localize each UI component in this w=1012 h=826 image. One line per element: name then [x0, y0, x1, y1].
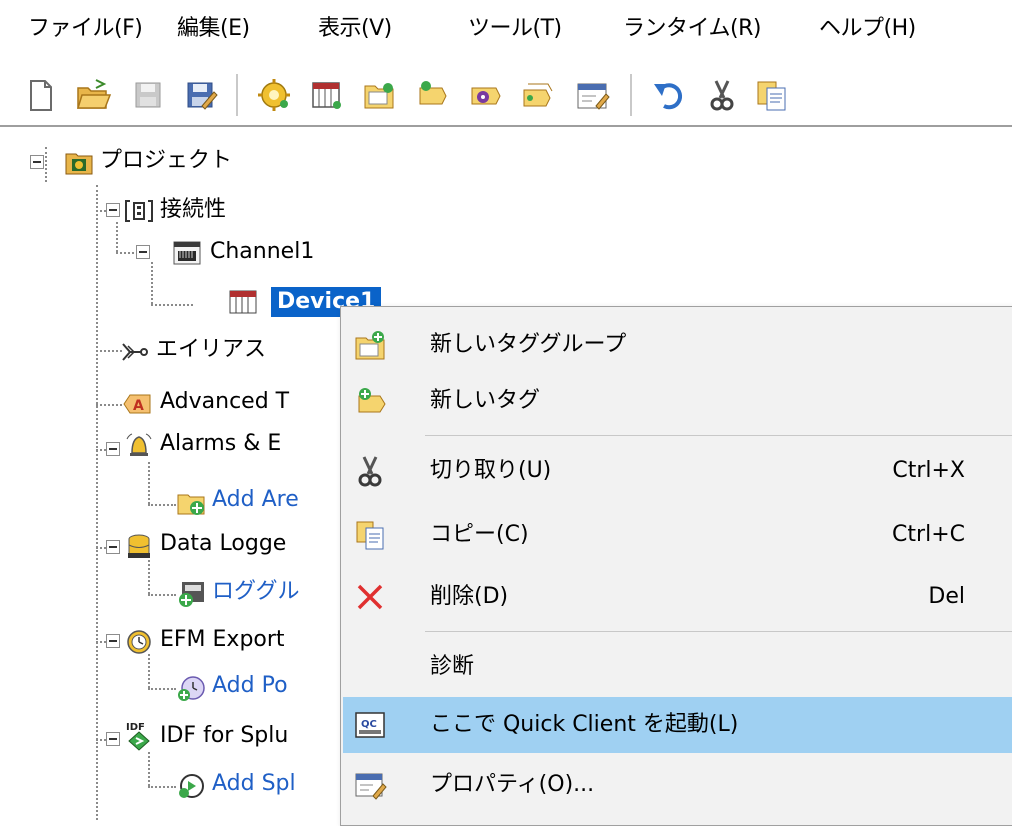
diagnostics-label: 診断	[430, 654, 475, 679]
tree-alarms-label[interactable]: Alarms & E	[160, 429, 281, 459]
tree-idf-label[interactable]: IDF for Splu	[160, 721, 288, 751]
new-tag-group-label: 新しいタググループ	[430, 332, 627, 357]
new-tag-label: 新しいタグ	[430, 388, 541, 413]
menu-file[interactable]: ファイル(F)	[28, 14, 143, 44]
tree-add-splunk-label[interactable]: Add Spl	[212, 769, 296, 799]
new-tag-icon[interactable]	[412, 76, 452, 114]
new-channel-icon[interactable]	[254, 76, 294, 114]
menu-tools[interactable]: ツール(T)	[468, 14, 562, 44]
advanced-tags-icon: A	[122, 389, 152, 419]
delete-label: 削除(D)	[430, 584, 509, 609]
cut-label: 切り取り(U)	[430, 458, 552, 483]
context-menu: 新しいタググループ 新しいタグ 切り取り(U) Ctrl+X コピー(C) Ct…	[340, 306, 1012, 826]
tree-channel-label[interactable]: Channel1	[210, 237, 314, 267]
alarms-icon	[124, 431, 154, 461]
connectivity-icon	[124, 196, 154, 226]
open-folder-icon[interactable]	[74, 76, 114, 114]
undo-icon[interactable]	[650, 76, 690, 114]
tree-add-poll-label[interactable]: Add Po	[212, 671, 288, 701]
efm-exporter-icon	[124, 627, 154, 657]
svg-text:QC: QC	[361, 719, 377, 730]
log-group-icon	[176, 579, 206, 609]
menu-item-new-tag-group[interactable]: 新しいタググループ	[343, 317, 1012, 373]
alias-icon	[120, 337, 150, 367]
menu-item-new-tag[interactable]: 新しいタグ	[343, 373, 1012, 429]
tree-log-group-label[interactable]: ロググル	[212, 577, 300, 607]
tree-efm-label[interactable]: EFM Export	[160, 625, 285, 655]
menu-help[interactable]: ヘルプ(H)	[819, 14, 916, 44]
tag-generation-icon[interactable]	[466, 76, 506, 114]
svg-text:IDF: IDF	[126, 722, 145, 733]
copy-icon	[353, 518, 387, 552]
save-icon[interactable]	[128, 76, 168, 114]
project-expander[interactable]	[30, 155, 44, 169]
tree-aliases-label[interactable]: エイリアス	[156, 335, 266, 365]
tree-project-label[interactable]: プロジェクト	[100, 146, 232, 176]
menu-runtime[interactable]: ランタイム(R)	[623, 14, 762, 44]
channel-expander[interactable]	[136, 245, 150, 259]
properties-toolbar-icon[interactable]	[572, 76, 612, 114]
menu-item-copy[interactable]: コピー(C) Ctrl+C	[343, 507, 1012, 563]
data-logger-icon	[124, 531, 154, 561]
save-as-icon[interactable]	[180, 76, 220, 114]
menu-item-quick-client[interactable]: QC ここで Quick Client を起動(L)	[343, 697, 1012, 753]
properties-icon	[353, 768, 387, 802]
cut-shortcut: Ctrl+X	[892, 458, 965, 483]
alarms-expander[interactable]	[106, 442, 120, 456]
channel-icon	[172, 238, 202, 268]
tag-duplicate-icon[interactable]	[518, 76, 558, 114]
idf-expander[interactable]	[106, 732, 120, 746]
cut-toolbar-icon[interactable]	[702, 76, 742, 114]
connectivity-expander[interactable]	[106, 203, 120, 217]
menu-edit[interactable]: 編集(E)	[177, 14, 250, 44]
device-icon	[228, 287, 258, 317]
new-tag-group-icon[interactable]	[360, 76, 400, 114]
menu-bar: ファイル(F) 編集(E) 表示(V) ツール(T) ランタイム(R) ヘルプ(…	[0, 0, 1012, 62]
copy-toolbar-icon[interactable]	[752, 76, 792, 114]
menu-view[interactable]: 表示(V)	[318, 14, 392, 44]
tree-advanced-label[interactable]: Advanced T	[160, 387, 289, 417]
menu-item-delete[interactable]: 削除(D) Del	[343, 569, 1012, 625]
quick-client-icon: QC	[353, 708, 387, 742]
menu-item-properties[interactable]: プロパティ(O)...	[343, 757, 1012, 813]
delete-icon	[353, 580, 387, 614]
new-file-icon[interactable]	[20, 76, 60, 114]
idf-splunk-icon: IDF	[124, 721, 154, 751]
efm-expander[interactable]	[106, 634, 120, 648]
new-tag-icon	[353, 384, 387, 418]
cut-icon	[353, 454, 387, 488]
add-area-icon	[176, 487, 206, 517]
properties-label: プロパティ(O)...	[430, 772, 595, 797]
add-poll-icon	[176, 673, 206, 703]
tree-connectivity-label[interactable]: 接続性	[160, 195, 226, 225]
toolbar	[0, 62, 1012, 126]
data-logger-expander[interactable]	[106, 540, 120, 554]
add-splunk-icon	[176, 771, 206, 801]
project-icon	[64, 147, 94, 177]
copy-shortcut: Ctrl+C	[892, 522, 965, 547]
menu-item-cut[interactable]: 切り取り(U) Ctrl+X	[343, 443, 1012, 499]
new-device-icon[interactable]	[306, 76, 346, 114]
new-tag-group-icon	[353, 328, 387, 362]
quick-client-label: ここで Quick Client を起動(L)	[430, 712, 739, 737]
tree-add-area-label[interactable]: Add Are	[212, 485, 299, 515]
delete-shortcut: Del	[928, 584, 965, 609]
copy-label: コピー(C)	[430, 522, 529, 547]
svg-text:A: A	[133, 398, 144, 414]
tree-data-logger-label[interactable]: Data Logge	[160, 529, 286, 559]
menu-item-diagnostics[interactable]: 診断	[343, 639, 1012, 695]
